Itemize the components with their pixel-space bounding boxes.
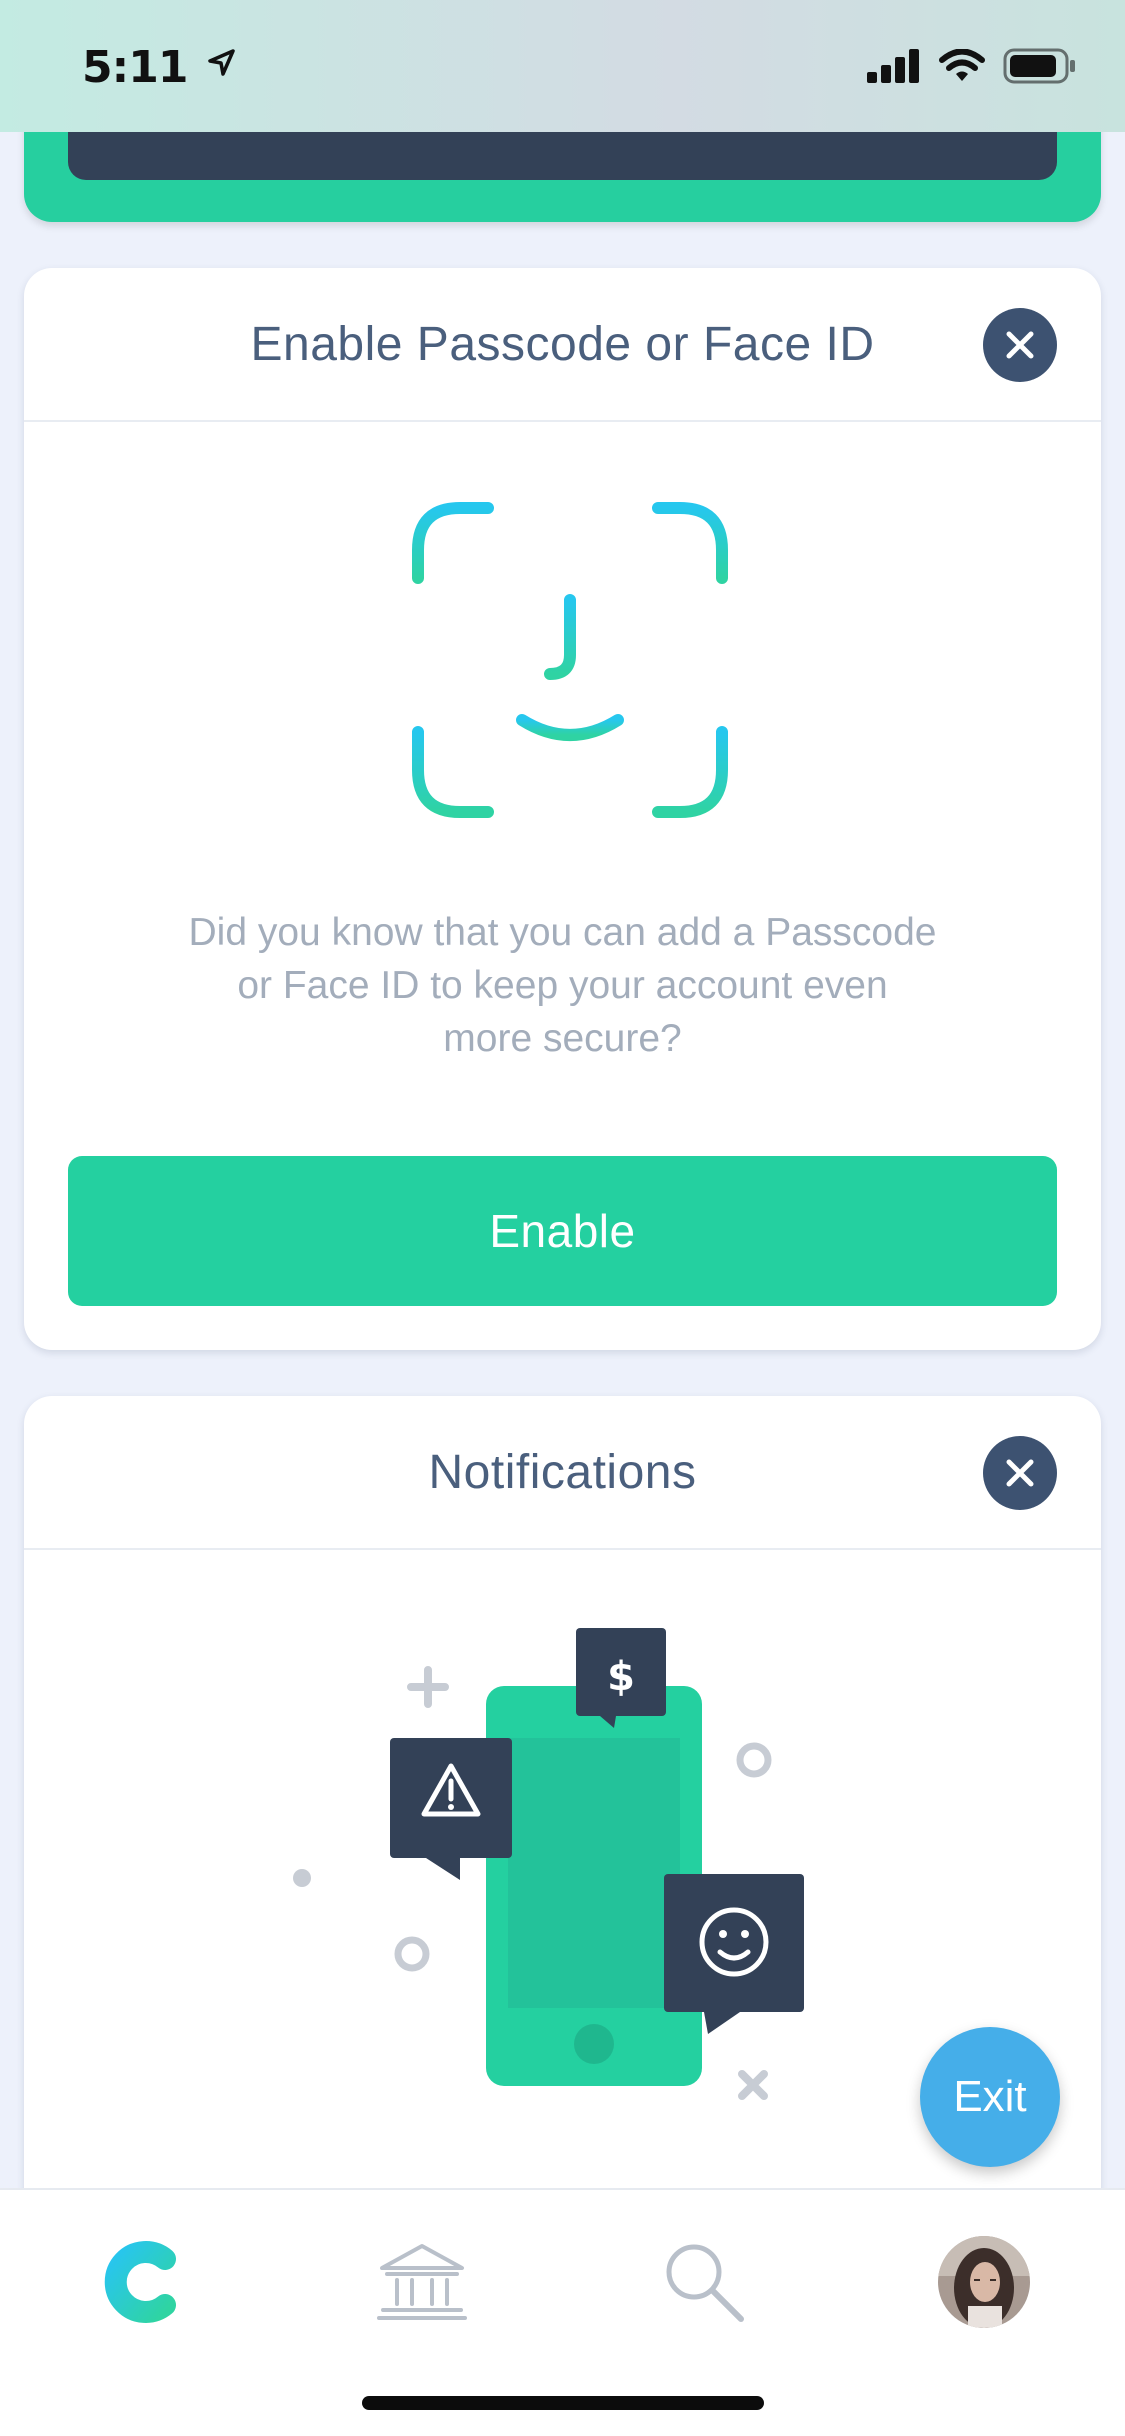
screen: 5:11 Enable Passcode or Face ID Did you … (0, 0, 1125, 2436)
dot-decoration (293, 1869, 311, 1887)
smiley-bubble (664, 1874, 804, 2012)
ring-decoration-right (736, 1742, 772, 1778)
face-id-icon (412, 502, 728, 818)
notifications-card-header: Notifications (24, 1396, 1101, 1550)
phone-screen (508, 1738, 680, 2008)
tab-profile[interactable] (924, 2222, 1044, 2342)
close-icon (1006, 331, 1034, 359)
status-time-text: 5:11 (82, 42, 188, 93)
close-notifications-card-button[interactable] (983, 1436, 1057, 1510)
passcode-card: Enable Passcode or Face ID Did you know … (24, 268, 1101, 1350)
passcode-card-description: Did you know that you can add a Passcode… (104, 906, 1021, 1065)
status-time: 5:11 (82, 42, 236, 93)
home-indicator (362, 2396, 764, 2410)
status-icons (867, 48, 1077, 84)
status-bar: 5:11 (0, 0, 1125, 132)
phone-notifications-illustration: $ (293, 1628, 804, 2100)
brand-c-logo-icon (104, 2241, 176, 2323)
close-icon (1006, 1459, 1034, 1487)
wifi-icon (939, 49, 985, 81)
tab-search[interactable] (644, 2222, 764, 2342)
battery-icon (1003, 48, 1075, 84)
exit-button[interactable]: Exit (920, 2027, 1060, 2167)
notifications-card-title: Notifications (428, 1445, 697, 1499)
description-line-1: Did you know that you can add a Passcode (188, 911, 937, 954)
enable-button[interactable]: Enable (68, 1156, 1057, 1306)
location-arrow-icon (208, 49, 235, 76)
description-line-3: more secure? (443, 1017, 682, 1060)
search-icon (666, 2244, 744, 2322)
passcode-card-header: Enable Passcode or Face ID (24, 268, 1101, 422)
tab-home[interactable] (80, 2222, 200, 2342)
bank-icon (377, 2244, 467, 2320)
dollar-bubble-text: $ (607, 1654, 635, 1700)
cellular-signal-icon (867, 49, 919, 83)
description-line-2: or Face ID to keep your account even (237, 964, 888, 1007)
ring-decoration-left (394, 1936, 430, 1972)
plus-decoration (407, 1666, 449, 1708)
passcode-card-title: Enable Passcode or Face ID (250, 317, 875, 371)
close-passcode-card-button[interactable] (983, 308, 1057, 382)
x-decoration (738, 2070, 768, 2100)
phone-home-button (574, 2024, 614, 2064)
avatar (938, 2236, 1030, 2328)
tab-accounts[interactable] (362, 2222, 482, 2342)
exit-button-label: Exit (953, 2072, 1027, 2121)
